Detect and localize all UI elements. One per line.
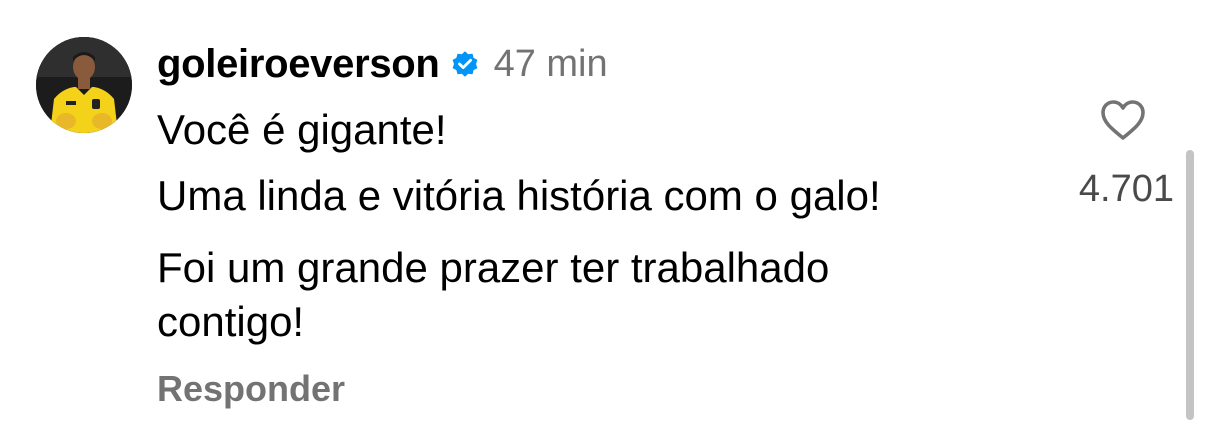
- comment-timestamp: 47 min: [493, 42, 608, 85]
- scrollbar[interactable]: [1186, 150, 1194, 420]
- comment-header: goleiroeverson 47 min: [157, 38, 608, 90]
- like-count: 4.701: [1078, 168, 1174, 210]
- comment-text-line: Uma linda e vitória história com o galo!: [157, 172, 881, 219]
- comment-text-line: Foi um grande prazer ter trabalhado: [157, 244, 830, 291]
- username-link[interactable]: goleiroeverson: [157, 42, 440, 87]
- heart-outline-icon: [1101, 100, 1145, 140]
- verified-badge-icon: [450, 49, 480, 79]
- comment-text-line: Você é gigante!: [157, 106, 447, 153]
- comment-text-line: contigo!: [157, 298, 305, 345]
- comment-item: goleiroeverson 47 min Você é gigante! Um…: [0, 0, 1206, 431]
- like-button[interactable]: [1098, 96, 1148, 146]
- avatar-image: [36, 37, 132, 133]
- reply-button[interactable]: Responder: [157, 368, 345, 410]
- avatar[interactable]: [36, 37, 132, 133]
